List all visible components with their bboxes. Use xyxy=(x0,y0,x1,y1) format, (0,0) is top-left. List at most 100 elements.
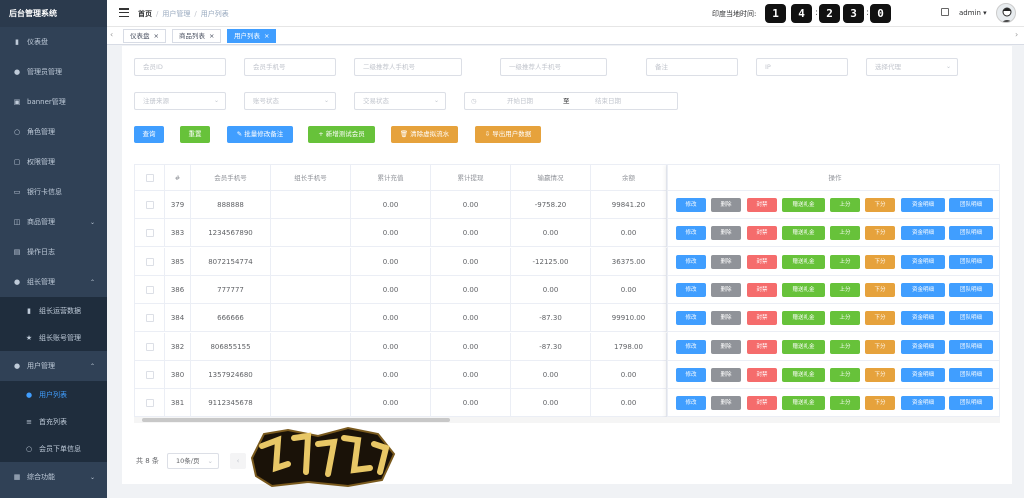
row-checkbox[interactable] xyxy=(145,257,154,266)
row-action-button-7[interactable]: 团队明细 xyxy=(949,198,993,212)
row-action-button-3[interactable]: 赠送礼金 xyxy=(782,396,825,411)
sidebar-item-3[interactable]: ○ 角色管理 xyxy=(0,117,107,147)
hamburger-icon[interactable] xyxy=(119,8,129,18)
row-action-button-1[interactable]: 删除 xyxy=(711,282,741,297)
member-phone-input[interactable]: 会员手机号 xyxy=(244,58,336,76)
tab-user-list[interactable]: 用户列表 × xyxy=(227,29,277,43)
sidebar-subitem-user-0[interactable]: ● 用户列表 xyxy=(0,381,107,408)
sidebar-subitem-leader-1[interactable]: ★ 组长账号管理 xyxy=(0,324,107,351)
row-action-button-1[interactable]: 删除 xyxy=(711,254,741,269)
sidebar-subitem-user-1[interactable]: ≡ 首充列表 xyxy=(0,408,107,435)
row-action-button-6[interactable]: 资金明细 xyxy=(901,339,945,354)
row-action-button-2[interactable]: 封禁 xyxy=(747,396,777,411)
scrollbar-thumb[interactable] xyxy=(142,418,450,422)
row-checkbox[interactable] xyxy=(145,342,154,351)
row-action-button-2[interactable]: 封禁 xyxy=(747,311,777,326)
row-action-button-7[interactable]: 团队明细 xyxy=(949,367,993,382)
account-status-select[interactable]: 账号状态 ⌄ xyxy=(244,92,336,110)
row-action-button-4[interactable]: 上分 xyxy=(830,339,860,354)
row-action-button-2[interactable]: 封禁 xyxy=(747,226,777,241)
add-test-member-button[interactable]: + 新增测试会员 xyxy=(308,126,375,143)
tab-product-list[interactable]: 商品列表 × xyxy=(172,29,222,43)
search-button[interactable]: 查询 xyxy=(134,126,164,143)
batch-remark-button[interactable]: ✎ 批量修改备注 xyxy=(227,126,293,143)
row-action-button-7[interactable]: 团队明细 xyxy=(949,254,993,269)
row-action-button-5[interactable]: 下分 xyxy=(865,198,895,212)
row-action-button-7[interactable]: 团队明细 xyxy=(949,226,993,241)
row-action-button-0[interactable]: 修改 xyxy=(676,311,706,326)
row-action-button-2[interactable]: 封禁 xyxy=(747,254,777,269)
horizontal-scrollbar[interactable] xyxy=(134,417,1000,423)
row-checkbox[interactable] xyxy=(145,285,154,294)
row-action-button-1[interactable]: 删除 xyxy=(711,339,741,354)
tabs-prev-icon[interactable]: ‹ xyxy=(110,30,113,39)
register-source-select[interactable]: 注册来源 ⌄ xyxy=(134,92,226,110)
tabs-next-icon[interactable]: › xyxy=(1015,30,1018,39)
close-icon[interactable]: × xyxy=(154,32,159,40)
row-checkbox[interactable] xyxy=(145,370,154,379)
date-range-picker[interactable]: ◷ 开始日期 至 结束日期 xyxy=(464,92,678,110)
sidebar-item-4[interactable]: ▢ 权限管理 xyxy=(0,147,107,177)
row-action-button-4[interactable]: 上分 xyxy=(830,311,860,326)
sidebar-item-0[interactable]: ▮ 仪表盘 xyxy=(0,27,107,57)
row-checkbox[interactable] xyxy=(145,399,154,408)
export-button[interactable]: ⇩ 导出用户数据 xyxy=(475,126,541,143)
first-ref-phone-input[interactable]: 一级推荐人手机号 xyxy=(500,58,607,76)
row-action-button-3[interactable]: 赠送礼金 xyxy=(782,367,825,382)
row-action-button-0[interactable]: 修改 xyxy=(676,339,706,354)
row-action-button-7[interactable]: 团队明细 xyxy=(949,396,993,411)
row-action-button-3[interactable]: 赠送礼金 xyxy=(782,198,825,212)
row-action-button-5[interactable]: 下分 xyxy=(865,396,895,411)
row-action-button-2[interactable]: 封禁 xyxy=(747,198,777,212)
fullscreen-icon[interactable] xyxy=(941,8,949,16)
avatar[interactable] xyxy=(996,3,1016,23)
row-action-button-0[interactable]: 修改 xyxy=(676,226,706,241)
end-date[interactable]: 结束日期 xyxy=(595,93,621,109)
trade-status-select[interactable]: 交易状态 ⌄ xyxy=(354,92,446,110)
sidebar-item-5[interactable]: ▭ 银行卡信息 xyxy=(0,177,107,207)
row-action-button-6[interactable]: 资金明细 xyxy=(901,282,945,297)
row-action-button-4[interactable]: 上分 xyxy=(830,198,860,212)
select-all-checkbox[interactable] xyxy=(145,174,154,182)
row-action-button-4[interactable]: 上分 xyxy=(830,254,860,269)
row-action-button-3[interactable]: 赠送礼金 xyxy=(782,339,825,354)
row-action-button-2[interactable]: 封禁 xyxy=(747,367,777,382)
user-menu[interactable]: admin ▾ xyxy=(959,9,987,17)
row-checkbox[interactable] xyxy=(145,201,154,209)
row-action-button-4[interactable]: 上分 xyxy=(830,226,860,241)
row-action-button-5[interactable]: 下分 xyxy=(865,367,895,382)
sidebar-subitem-user-2[interactable]: ○ 会员下单信息 xyxy=(0,435,107,462)
second-ref-phone-input[interactable]: 二级推荐人手机号 xyxy=(354,58,462,76)
row-action-button-5[interactable]: 下分 xyxy=(865,311,895,326)
page-size-select[interactable]: 10条/页 ⌄ xyxy=(167,453,219,469)
row-action-button-0[interactable]: 修改 xyxy=(676,254,706,269)
row-action-button-3[interactable]: 赠送礼金 xyxy=(782,254,825,269)
row-action-button-1[interactable]: 删除 xyxy=(711,226,741,241)
sidebar-item-8[interactable]: ● 组长管理 ⌃ xyxy=(0,267,107,297)
row-action-button-0[interactable]: 修改 xyxy=(676,367,706,382)
breadcrumb-home[interactable]: 首页 xyxy=(138,10,152,18)
sidebar-item-6[interactable]: ◫ 商品管理 ⌄ xyxy=(0,207,107,237)
row-action-button-3[interactable]: 赠送礼金 xyxy=(782,226,825,241)
prev-page-button[interactable]: ‹ xyxy=(230,453,246,469)
row-action-button-0[interactable]: 修改 xyxy=(676,396,706,411)
sidebar-subitem-leader-0[interactable]: ▮ 组长运营数据 xyxy=(0,297,107,324)
tab-dashboard[interactable]: 仪表盘 × xyxy=(123,29,166,43)
member-id-input[interactable]: 会员ID xyxy=(134,58,226,76)
sidebar-item-2[interactable]: ▣ banner管理 xyxy=(0,87,107,117)
row-action-button-2[interactable]: 封禁 xyxy=(747,282,777,297)
remark-input[interactable]: 备注 xyxy=(646,58,738,76)
row-action-button-1[interactable]: 删除 xyxy=(711,311,741,326)
row-action-button-6[interactable]: 资金明细 xyxy=(901,254,945,269)
agent-select[interactable]: 选择代理 ⌄ xyxy=(866,58,958,76)
row-checkbox[interactable] xyxy=(145,229,154,238)
reset-button[interactable]: 重置 xyxy=(180,126,210,143)
row-action-button-3[interactable]: 赠送礼金 xyxy=(782,311,825,326)
ip-input[interactable]: IP xyxy=(756,58,848,76)
clear-flow-button[interactable]: 🗑 清除虚拟流水 xyxy=(391,126,458,143)
row-action-button-1[interactable]: 删除 xyxy=(711,367,741,382)
row-action-button-0[interactable]: 修改 xyxy=(676,198,706,212)
row-action-button-0[interactable]: 修改 xyxy=(676,282,706,297)
sidebar-item-1[interactable]: ● 管理员管理 xyxy=(0,57,107,87)
sidebar-item-general[interactable]: ▦ 综合功能 ⌄ xyxy=(0,462,107,492)
